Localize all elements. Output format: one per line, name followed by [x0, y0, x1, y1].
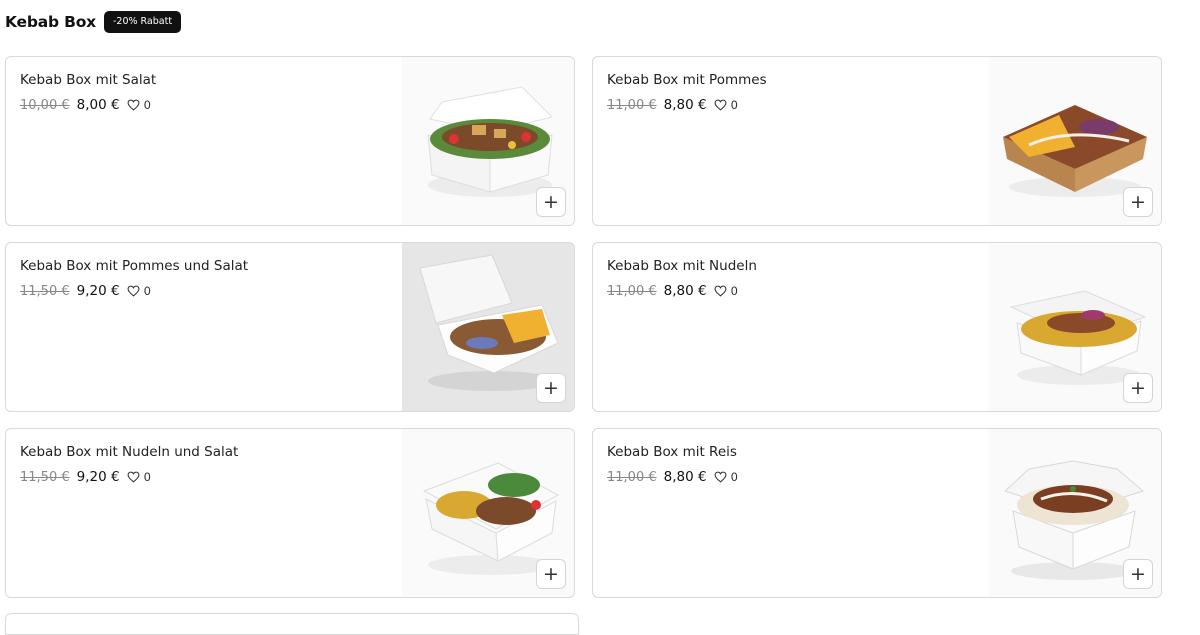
product-name: Kebab Box mit Pommes [607, 72, 767, 88]
price: 8,80 € [663, 97, 707, 113]
like-button[interactable]: 0 [714, 284, 738, 298]
like-button[interactable]: 0 [714, 470, 738, 484]
section-header: Kebab Box -20% Rabatt [5, 10, 182, 34]
price: 8,80 € [663, 469, 707, 485]
product-card[interactable]: Kebab Box mit Nudeln und Salat 11,50 € 9… [5, 428, 575, 598]
price: 9,20 € [76, 469, 120, 485]
price: 8,80 € [663, 283, 707, 299]
old-price: 11,00 € [607, 283, 657, 299]
product-name: Kebab Box mit Salat [20, 72, 157, 88]
heart-icon [127, 471, 140, 483]
like-count: 0 [143, 284, 151, 298]
heart-icon [714, 471, 727, 483]
heart-icon [714, 285, 727, 297]
like-count: 0 [143, 98, 151, 112]
price-row: 11,00 € 8,80 € 0 [607, 469, 738, 485]
like-count: 0 [730, 98, 738, 112]
section-title: Kebab Box [5, 13, 96, 31]
product-name: Kebab Box mit Nudeln [607, 258, 757, 274]
price: 8,00 € [76, 97, 120, 113]
discount-badge: -20% Rabatt [103, 11, 182, 33]
old-price: 11,50 € [20, 283, 70, 299]
price-row: 11,50 € 9,20 € 0 [20, 469, 151, 485]
price-row: 11,50 € 9,20 € 0 [20, 283, 151, 299]
heart-icon [714, 99, 727, 111]
like-button[interactable]: 0 [127, 98, 151, 112]
product-card[interactable]: Kebab Box mit Pommes 11,00 € 8,80 € 0 + [592, 56, 1162, 226]
like-count: 0 [730, 470, 738, 484]
add-to-cart-button[interactable]: + [1123, 559, 1153, 589]
product-card[interactable]: Kebab Box mit Salat 10,00 € 8,00 € 0 + [5, 56, 575, 226]
old-price: 11,50 € [20, 469, 70, 485]
heart-icon [127, 99, 140, 111]
product-name: Kebab Box mit Pommes und Salat [20, 258, 249, 274]
old-price: 11,00 € [607, 469, 657, 485]
price-row: 11,00 € 8,80 € 0 [607, 97, 738, 113]
old-price: 10,00 € [20, 97, 70, 113]
add-to-cart-button[interactable]: + [536, 373, 566, 403]
add-to-cart-button[interactable]: + [1123, 373, 1153, 403]
like-button[interactable]: 0 [127, 470, 151, 484]
product-card[interactable]: Kebab Box mit Reis 11,00 € 8,80 € 0 + [592, 428, 1162, 598]
add-to-cart-button[interactable]: + [1123, 187, 1153, 217]
add-to-cart-button[interactable]: + [536, 559, 566, 589]
old-price: 11,00 € [607, 97, 657, 113]
product-name: Kebab Box mit Nudeln und Salat [20, 444, 239, 460]
price-row: 10,00 € 8,00 € 0 [20, 97, 151, 113]
like-count: 0 [143, 470, 151, 484]
price: 9,20 € [76, 283, 120, 299]
heart-icon [127, 285, 140, 297]
add-to-cart-button[interactable]: + [536, 187, 566, 217]
product-card[interactable]: Kebab Box mit Nudeln 11,00 € 8,80 € 0 + [592, 242, 1162, 412]
product-card[interactable]: Kebab Box mit Pommes und Salat 11,50 € 9… [5, 242, 575, 412]
like-button[interactable]: 0 [714, 98, 738, 112]
like-count: 0 [730, 284, 738, 298]
product-name: Kebab Box mit Reis [607, 444, 737, 460]
product-card-partial[interactable] [5, 613, 579, 635]
like-button[interactable]: 0 [127, 284, 151, 298]
price-row: 11,00 € 8,80 € 0 [607, 283, 738, 299]
